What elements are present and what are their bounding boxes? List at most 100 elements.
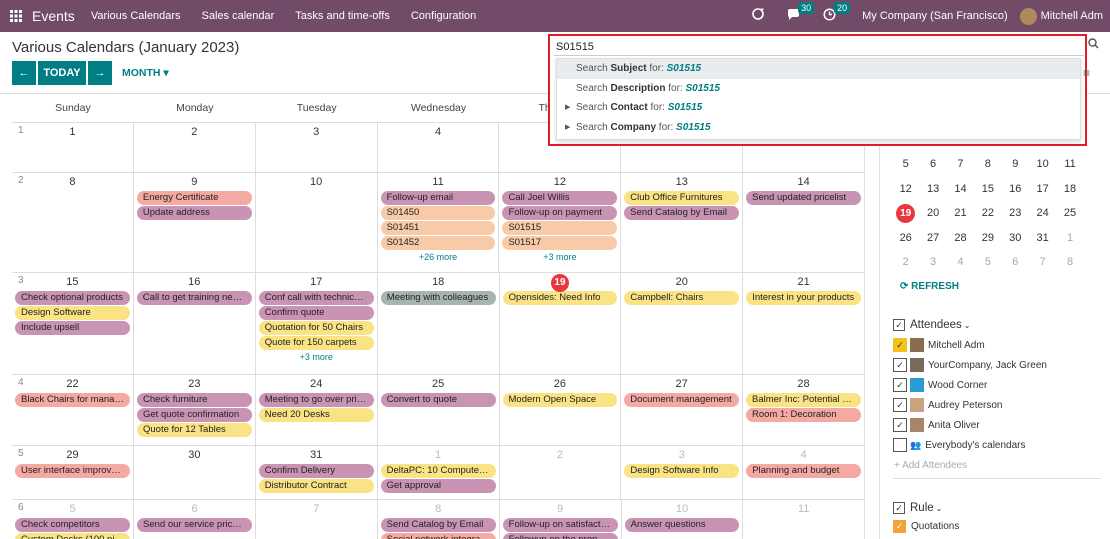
calendar-event[interactable]: Check furniture	[137, 393, 252, 407]
mini-calendar-day[interactable]: 13	[919, 177, 946, 202]
mini-calendar-day[interactable]: 24	[1029, 201, 1056, 226]
rule-filter-quotations[interactable]: ✓ Quotations	[893, 520, 959, 533]
mini-calendar-day[interactable]: 16	[1002, 177, 1029, 202]
day-number[interactable]: 14	[743, 173, 864, 191]
today-button[interactable]: TODAY	[38, 61, 86, 85]
day-number[interactable]: 11	[743, 500, 864, 518]
calendar-event[interactable]: Balmer Inc: Potential Distributor	[746, 393, 861, 407]
calendar-event[interactable]: Quote for 12 Tables	[137, 423, 252, 437]
calendar-event[interactable]: Need 20 Desks	[258, 408, 374, 422]
menu-various-calendars[interactable]: Various Calendars	[91, 10, 181, 22]
more-events-link[interactable]: +3 more	[499, 251, 620, 264]
day-cell[interactable]: 4 Planning and budget	[743, 446, 865, 499]
day-number[interactable]: 2	[500, 446, 621, 464]
day-number[interactable]: 27	[621, 375, 742, 393]
day-number[interactable]: 3	[621, 446, 742, 464]
app-menu-icon[interactable]	[2, 0, 30, 32]
calendar-event[interactable]: Quote for 150 carpets	[258, 336, 374, 350]
caret-right-icon[interactable]: ▶	[565, 98, 570, 118]
day-cell[interactable]: 12 Call Joel Willis Follow-up on payment S0…	[499, 173, 622, 272]
mini-calendar-day[interactable]: 21	[947, 201, 974, 226]
app-title[interactable]: Events	[32, 8, 75, 24]
calendar-event[interactable]: Modern Open Space	[502, 393, 618, 407]
mini-calendar-day[interactable]: 28	[947, 226, 974, 251]
day-number[interactable]: 1	[378, 446, 499, 464]
calendar-event[interactable]: Energy Certificate	[136, 191, 252, 205]
day-number[interactable]: 23	[134, 375, 255, 393]
rule-section-header[interactable]: ✓ Rule ⌄	[893, 502, 942, 514]
calendar-event[interactable]: Document management	[624, 393, 739, 407]
day-number[interactable]: 21	[743, 273, 864, 291]
mini-calendar-day[interactable]: 4	[947, 250, 974, 275]
day-cell[interactable]: 5 Check competitorsCustom Desks (100 piec…	[12, 500, 134, 539]
mini-calendar-day[interactable]: 14	[947, 177, 974, 202]
mini-calendar-day[interactable]: 10	[1029, 152, 1056, 177]
checkbox-swatch[interactable]: ✓	[893, 520, 906, 533]
mini-calendar-day[interactable]: 19	[892, 201, 919, 226]
day-cell[interactable]: 3	[256, 123, 378, 172]
attendee-checkbox[interactable]: ✓	[893, 418, 907, 432]
attendee-checkbox[interactable]: ✓	[893, 338, 907, 352]
user-avatar[interactable]	[1019, 7, 1037, 25]
day-number[interactable]: 17	[256, 273, 377, 291]
attendees-toggle-checkbox[interactable]: ✓	[893, 319, 905, 331]
calendar-event[interactable]: Custom Desks (100 pieces)	[15, 533, 130, 539]
rule-toggle-checkbox[interactable]: ✓	[893, 502, 905, 514]
day-number[interactable]: 8	[12, 173, 133, 191]
calendar-event[interactable]: Distributor Contract	[258, 479, 374, 493]
calendar-event[interactable]: Club Office Furnitures	[624, 191, 740, 205]
day-cell[interactable]: 30	[134, 446, 256, 499]
company-switcher[interactable]: My Company (San Francisco)	[862, 10, 1008, 22]
chat-icon[interactable]: 30	[787, 1, 815, 25]
mini-calendar-day[interactable]: 29	[974, 226, 1001, 251]
day-number[interactable]: 9	[500, 500, 621, 518]
mini-calendar-day[interactable]: 15	[974, 177, 1001, 202]
day-cell[interactable]: 9 Follow-up on satisfactionFollowup on th…	[500, 500, 622, 539]
day-number[interactable]: 10	[256, 173, 377, 191]
day-cell[interactable]: 13 Club Office Furnitures Send Catalog by …	[621, 173, 744, 272]
day-number[interactable]: 5	[12, 500, 133, 518]
day-cell[interactable]: 27 Document management	[621, 375, 743, 445]
mini-calendar-day[interactable]: 6	[919, 152, 946, 177]
day-cell[interactable]: 15 Check optional products Design Software…	[12, 273, 134, 374]
day-cell[interactable]: 28 Balmer Inc: Potential DistributorRoom …	[743, 375, 865, 445]
calendar-event[interactable]: S01515	[502, 221, 618, 235]
calendar-event[interactable]: Follow-up email	[380, 191, 496, 205]
mini-calendar-day[interactable]: 11	[1056, 152, 1083, 177]
attendee-filter-item[interactable]: 👥 Everybody's calendars	[893, 437, 1026, 453]
day-cell[interactable]: 25 Convert to quote	[378, 375, 500, 445]
day-cell[interactable]: 2	[500, 446, 622, 499]
calendar-event[interactable]: S01450	[380, 206, 496, 220]
search-option-company[interactable]: ▶ Search Company for: S01515	[557, 118, 1080, 138]
day-number[interactable]: 1	[12, 123, 133, 141]
mini-calendar-day[interactable]: 7	[947, 152, 974, 177]
attendee-filter-item[interactable]: ✓ YourCompany, Jack Green	[893, 357, 1047, 373]
calendar-event[interactable]: Answer questions	[624, 518, 740, 532]
day-cell[interactable]: 8	[12, 173, 134, 272]
mini-calendar-day[interactable]: 1	[1056, 226, 1083, 251]
day-cell[interactable]: 11 Follow-up email S01450 S01451 S01452 +26 m…	[378, 173, 500, 272]
calendar-event[interactable]: Room 1: Decoration	[746, 408, 861, 422]
day-cell[interactable]: 9 Energy Certificate Update address	[134, 173, 256, 272]
search-option-subject[interactable]: Search Subject for: S01515	[557, 59, 1080, 79]
calendar-event[interactable]: Meeting to go over pricing information	[258, 393, 374, 407]
sync-icon[interactable]	[751, 7, 765, 25]
calendar-event[interactable]: Planning and budget	[746, 464, 861, 478]
day-number[interactable]: 9	[134, 173, 255, 191]
user-menu[interactable]: Mitchell Adm	[1041, 10, 1103, 22]
attendee-checkbox[interactable]	[893, 438, 907, 452]
calendar-event[interactable]: Meeting with colleagues	[380, 291, 496, 305]
day-number[interactable]: 19	[500, 273, 621, 292]
mini-calendar-day[interactable]: 31	[1029, 226, 1056, 251]
day-number[interactable]: 4	[378, 123, 499, 141]
day-cell[interactable]: 8 Send Catalog by EmailSocial network int…	[378, 500, 500, 539]
calendar-event[interactable]: Followup on the proposal	[502, 533, 618, 539]
day-number[interactable]: 6	[134, 500, 255, 518]
day-cell[interactable]: 26 Modern Open Space	[500, 375, 622, 445]
attendee-filter-item[interactable]: ✓ Audrey Peterson	[893, 397, 1003, 413]
day-number[interactable]: 12	[499, 173, 620, 191]
day-cell[interactable]: 1 DeltaPC: 10 Computer DesksGet approval	[378, 446, 500, 499]
day-cell[interactable]: 22 Black Chairs for managers	[12, 375, 134, 445]
caret-right-icon[interactable]: ▶	[565, 118, 570, 138]
day-cell[interactable]: 17 Conf call with technical serviceConfir…	[256, 273, 378, 374]
